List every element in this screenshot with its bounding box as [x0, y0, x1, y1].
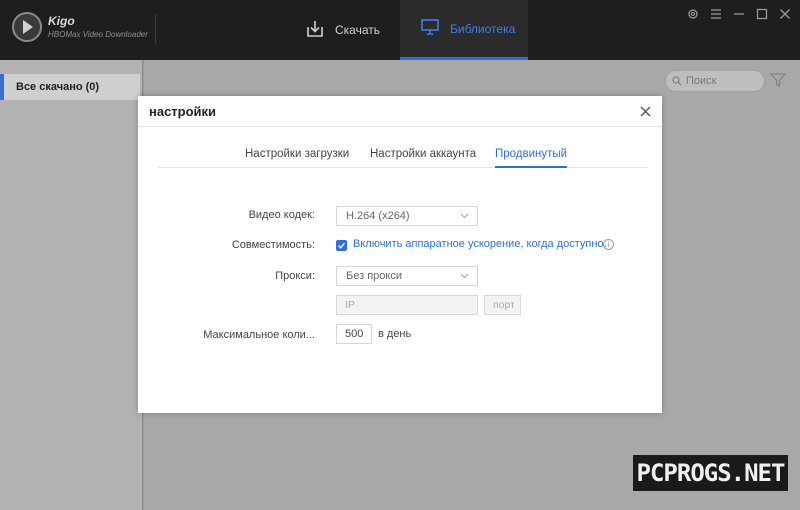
- proxy-label: Прокси:: [275, 270, 315, 282]
- nav-tab-library-label: Библиотека: [450, 21, 516, 36]
- filter-icon[interactable]: [769, 72, 787, 91]
- settings-gear-icon[interactable]: [686, 6, 700, 22]
- menu-icon[interactable]: [709, 6, 723, 22]
- monitor-icon: [420, 17, 440, 40]
- per-day-label: в день: [378, 328, 412, 340]
- nav-tab-download[interactable]: Скачать: [285, 0, 400, 60]
- tab-download-settings[interactable]: Настройки загрузки: [245, 148, 349, 168]
- video-codec-select[interactable]: H.264 (x264): [336, 206, 478, 226]
- max-downloads-label: Максимальное коли...: [203, 329, 315, 341]
- max-downloads-input[interactable]: 500: [336, 324, 372, 344]
- proxy-select[interactable]: Без прокси: [336, 266, 478, 286]
- dialog-title: настройки: [149, 104, 217, 119]
- proxy-value: Без прокси: [346, 270, 402, 282]
- video-codec-label: Видео кодек:: [248, 209, 315, 221]
- search-icon: [672, 76, 682, 89]
- dialog-header: настройки: [138, 96, 662, 127]
- compatibility-label: Совместимость:: [231, 239, 315, 251]
- settings-dialog: настройки Настройки загрузки Настройки а…: [138, 96, 662, 413]
- close-window-icon[interactable]: [778, 6, 792, 22]
- app-logo-icon: [12, 12, 42, 42]
- app-subtitle: HBOMax Video Downloader: [48, 30, 148, 39]
- nav-tab-download-label: Скачать: [335, 23, 380, 37]
- chevron-down-icon: [460, 271, 469, 283]
- hardware-acceleration-checkbox[interactable]: [336, 240, 347, 251]
- maximize-icon[interactable]: [755, 6, 769, 22]
- proxy-ip-placeholder: IP: [345, 299, 355, 311]
- proxy-port-field[interactable]: порт: [484, 295, 521, 315]
- proxy-ip-field[interactable]: IP: [336, 295, 478, 315]
- app-name: Kigo: [48, 14, 75, 28]
- close-dialog-button[interactable]: [636, 102, 654, 120]
- watermark: PCPROGS.NET: [633, 455, 788, 491]
- search-input[interactable]: Поиск: [665, 70, 765, 92]
- info-icon[interactable]: i: [603, 239, 614, 250]
- tab-account-settings[interactable]: Настройки аккаунта: [370, 148, 476, 168]
- checkmark-icon: [338, 242, 346, 249]
- divider: [155, 14, 156, 44]
- sidebar-item-all-downloaded[interactable]: Все скачано (0): [0, 74, 140, 100]
- proxy-port-placeholder: порт: [493, 299, 515, 311]
- search-placeholder: Поиск: [686, 75, 717, 87]
- download-icon: [305, 19, 325, 42]
- close-icon: [640, 106, 650, 116]
- minimize-icon[interactable]: [732, 6, 746, 22]
- hardware-acceleration-label[interactable]: Включить аппаратное ускорение, когда дос…: [353, 238, 607, 250]
- title-bar: Kigo HBOMax Video Downloader Скачать Биб…: [0, 0, 800, 60]
- tab-advanced[interactable]: Продвинутый: [495, 148, 568, 168]
- nav-tab-library[interactable]: Библиотека: [400, 0, 528, 60]
- video-codec-value: H.264 (x264): [346, 210, 410, 222]
- max-downloads-value: 500: [345, 328, 364, 340]
- settings-tabs: Настройки загрузки Настройки аккаунта Пр…: [158, 146, 648, 168]
- sidebar: Все скачано (0): [0, 60, 143, 510]
- chevron-down-icon: [460, 211, 469, 223]
